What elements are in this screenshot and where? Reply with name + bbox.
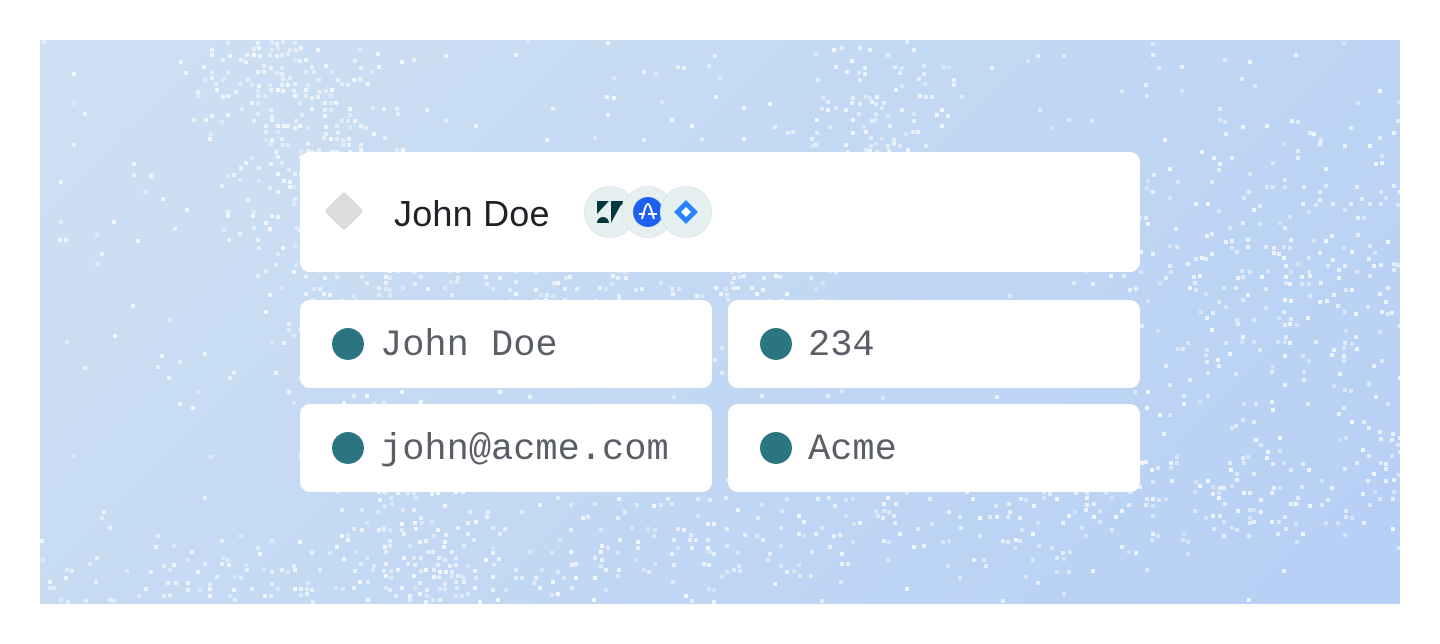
field-company[interactable]: Acme <box>728 404 1140 492</box>
field-email[interactable]: john@acme.com <box>300 404 712 492</box>
contact-header-card: John Doe <box>300 152 1140 272</box>
contact-name: John Doe <box>394 193 550 234</box>
field-value: john@acme.com <box>380 429 669 471</box>
status-dot <box>760 328 792 360</box>
field-value: 234 <box>808 325 875 367</box>
integration-badges <box>584 186 712 240</box>
field-value: John Doe <box>380 325 558 367</box>
field-name[interactable]: John Doe <box>300 300 712 388</box>
field-value: Acme <box>808 429 897 471</box>
jira-icon[interactable] <box>660 186 712 238</box>
status-dot <box>760 432 792 464</box>
diamond-icon <box>324 191 364 231</box>
noise-pattern <box>40 40 1400 604</box>
background-panel: John Doe John Doe 234 john@acme.com Acme <box>40 40 1400 604</box>
status-dot <box>332 328 364 360</box>
status-dot <box>332 432 364 464</box>
field-id[interactable]: 234 <box>728 300 1140 388</box>
